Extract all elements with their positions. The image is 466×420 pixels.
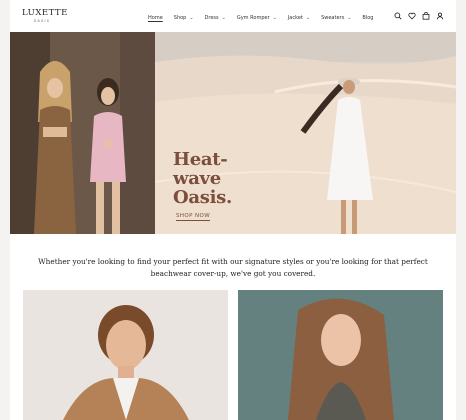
- hero-models-illustration: [10, 32, 155, 234]
- brand-tagline: OASIS: [33, 19, 51, 23]
- shop-now-link[interactable]: SHOP NOW: [176, 213, 211, 221]
- page-frame: LUXETTE OASIS Home Shop ⌄ Dress ⌄ Gym Ro…: [10, 0, 456, 420]
- chevron-down-icon: ⌄: [221, 14, 226, 21]
- nav-item-shop[interactable]: Shop ⌄: [174, 13, 194, 23]
- hero-photo-models: [10, 32, 155, 234]
- hero-title-line: Oasis.: [173, 187, 232, 208]
- nav-item-label: Shop: [173, 14, 187, 21]
- nav-item-home[interactable]: Home: [148, 13, 163, 23]
- nav-item-jacket[interactable]: Jacket ⌄: [288, 13, 310, 23]
- chevron-down-icon: ⌄: [347, 14, 352, 21]
- nav-item-label: Blog: [362, 14, 374, 21]
- heart-icon[interactable]: [408, 12, 416, 20]
- hero-title-line: wave: [173, 168, 221, 189]
- feature-image-woman[interactable]: [238, 290, 443, 420]
- nav-item-gym-romper[interactable]: Gym Romper ⌄: [237, 13, 277, 23]
- bag-icon[interactable]: [422, 12, 430, 20]
- brand-name: LUXETTE: [22, 8, 68, 18]
- hero-banner: Heat- wave Oasis. SHOP NOW: [10, 32, 456, 234]
- nav-item-blog[interactable]: Blog: [362, 13, 373, 23]
- woman-portrait-illustration: [238, 290, 443, 420]
- main-nav: Home Shop ⌄ Dress ⌄ Gym Romper ⌄ Jacket …: [148, 13, 384, 23]
- hero-title: Heat- wave Oasis.: [173, 150, 232, 207]
- hero-title-line: Heat-: [173, 149, 228, 170]
- nav-item-label: Home: [148, 14, 163, 21]
- nav-item-label: Jacket: [287, 14, 303, 21]
- user-icon[interactable]: [436, 12, 444, 20]
- intro-text: Whether you're looking to find your perf…: [38, 257, 428, 278]
- chevron-down-icon: ⌄: [305, 14, 311, 21]
- chevron-down-icon: ⌄: [272, 14, 277, 21]
- man-portrait-illustration: [23, 290, 228, 420]
- feature-image-man[interactable]: [23, 290, 228, 420]
- nav-item-label: Gym Romper: [236, 14, 270, 21]
- site-header: LUXETTE OASIS Home Shop ⌄ Dress ⌄ Gym Ro…: [10, 0, 456, 32]
- chevron-down-icon: ⌄: [189, 14, 194, 21]
- nav-item-label: Sweaters: [321, 14, 345, 21]
- brand-logo[interactable]: LUXETTE OASIS: [22, 8, 68, 25]
- header-icons: [394, 12, 444, 20]
- nav-item-dress[interactable]: Dress ⌄: [205, 13, 226, 23]
- nav-item-label: Dress: [204, 14, 219, 21]
- search-icon[interactable]: [394, 12, 402, 20]
- nav-item-sweaters[interactable]: Sweaters ⌄: [321, 13, 351, 23]
